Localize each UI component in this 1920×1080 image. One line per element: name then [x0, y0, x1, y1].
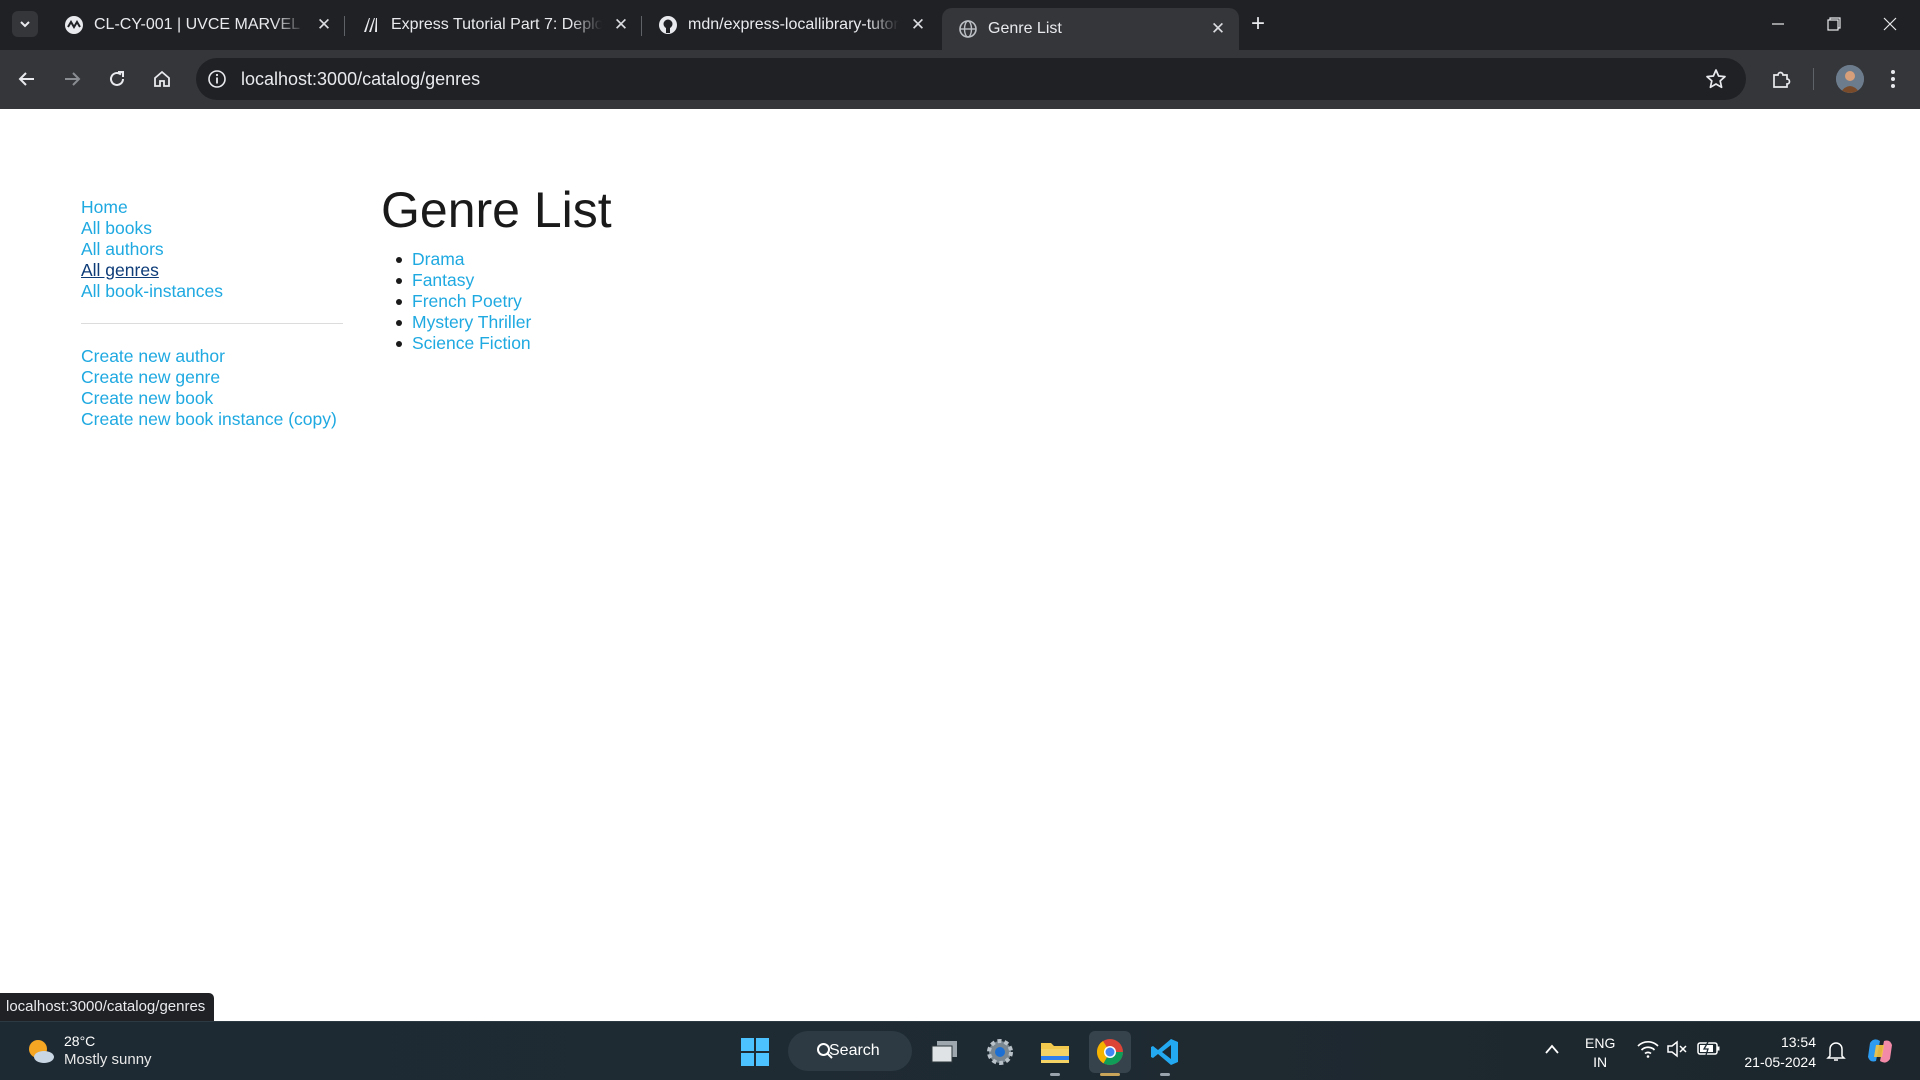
- sidebar-link-create-book[interactable]: Create new book: [81, 388, 343, 409]
- forward-arrow-icon[interactable]: [57, 64, 87, 94]
- tab-title: Express Tutorial Part 7: Deploying to pr…: [391, 16, 602, 33]
- sun-cloud-icon: [24, 1035, 56, 1067]
- tab-search-dropdown-icon[interactable]: [12, 11, 38, 37]
- sidebar-link-all-books[interactable]: All books: [81, 218, 343, 239]
- restore-window-button[interactable]: [1806, 0, 1862, 48]
- genre-link[interactable]: Drama: [412, 249, 612, 270]
- list-item: Science Fiction: [396, 333, 612, 354]
- tab-github-repo[interactable]: mdn/express-locallibrary-tutorial ✕: [642, 8, 939, 42]
- genre-link[interactable]: Science Fiction: [412, 333, 612, 354]
- file-explorer-running-indicator: [1050, 1073, 1060, 1076]
- show-hidden-icons-chevron-icon[interactable]: [1544, 1042, 1560, 1058]
- sidebar-link-all-authors[interactable]: All authors: [81, 239, 343, 260]
- genre-link[interactable]: French Poetry: [412, 291, 612, 312]
- new-tab-button[interactable]: +: [1245, 10, 1271, 37]
- tab-uvce-marvel[interactable]: CL-CY-001 | UVCE MARVEL ✕: [48, 8, 345, 42]
- speaker-muted-icon[interactable]: [1666, 1040, 1688, 1061]
- github-logo-icon: [658, 15, 678, 35]
- weather-widget[interactable]: 28°C Mostly sunny: [24, 1032, 152, 1069]
- close-tab-icon[interactable]: ✕: [313, 14, 335, 36]
- tab-title: CL-CY-001 | UVCE MARVEL: [94, 16, 301, 33]
- tab-genre-list[interactable]: Genre List ✕: [942, 8, 1239, 50]
- battery-charging-icon[interactable]: [1697, 1040, 1721, 1059]
- toolbar-divider: [1813, 68, 1814, 90]
- clock-time: 13:54: [1780, 1034, 1816, 1050]
- web-page: Home All books All authors All genres Al…: [0, 109, 1920, 1021]
- weather-temperature: 28°C: [64, 1033, 96, 1049]
- chrome-active-indicator: [1100, 1073, 1120, 1076]
- globe-icon: [958, 19, 978, 39]
- copilot-icon[interactable]: [1864, 1035, 1896, 1070]
- weather-description: Mostly sunny: [64, 1051, 152, 1068]
- taskbar-search-button[interactable]: Search: [788, 1031, 912, 1071]
- search-label: Search: [829, 1042, 880, 1059]
- notification-bell-icon[interactable]: [1826, 1040, 1846, 1065]
- genre-list: Drama Fantasy French Poetry Mystery Thri…: [396, 249, 612, 354]
- page-title: Genre List: [381, 182, 612, 238]
- sidebar-nav: Home All books All authors All genres Al…: [81, 197, 343, 430]
- region-code: IN: [1593, 1054, 1608, 1070]
- task-view-icon[interactable]: [924, 1031, 966, 1073]
- close-tab-icon[interactable]: ✕: [907, 14, 929, 36]
- back-arrow-icon[interactable]: [12, 64, 42, 94]
- browser-tab-strip: CL-CY-001 | UVCE MARVEL ✕ Express Tutori…: [0, 0, 1920, 50]
- profile-avatar[interactable]: [1836, 65, 1864, 93]
- bookmark-star-icon[interactable]: [1704, 67, 1728, 91]
- sidebar-link-create-genre[interactable]: Create new genre: [81, 367, 343, 388]
- list-item: French Poetry: [396, 291, 612, 312]
- main-content: Genre List Drama Fantasy French Poetry M…: [381, 173, 612, 354]
- language-indicator[interactable]: ENG IN: [1585, 1034, 1615, 1072]
- settings-gear-icon[interactable]: [979, 1031, 1021, 1073]
- sidebar-divider: [81, 323, 343, 324]
- marvel-logo-icon: [64, 15, 84, 35]
- minimize-window-button[interactable]: [1750, 0, 1806, 48]
- address-url[interactable]: localhost:3000/catalog/genres: [241, 69, 480, 90]
- link-status-bubble: localhost:3000/catalog/genres: [0, 993, 215, 1021]
- site-info-icon[interactable]: [206, 68, 228, 90]
- list-item: Mystery Thriller: [396, 312, 612, 333]
- vscode-running-indicator: [1160, 1073, 1170, 1076]
- close-window-button[interactable]: [1862, 0, 1918, 48]
- tab-express-tutorial[interactable]: Express Tutorial Part 7: Deploying to pr…: [345, 8, 642, 42]
- windows-start-icon[interactable]: [734, 1031, 776, 1073]
- wifi-icon[interactable]: [1637, 1040, 1659, 1061]
- sidebar-link-all-book-instances[interactable]: All book-instances: [81, 281, 343, 302]
- list-item: Drama: [396, 249, 612, 270]
- mdn-logo-icon: [361, 15, 381, 35]
- reload-icon[interactable]: [102, 64, 132, 94]
- vscode-icon[interactable]: [1144, 1031, 1186, 1073]
- extensions-puzzle-icon[interactable]: [1766, 64, 1796, 94]
- genre-link[interactable]: Mystery Thriller: [412, 312, 612, 333]
- browser-menu-icon[interactable]: [1878, 64, 1908, 94]
- browser-toolbar: localhost:3000/catalog/genres: [0, 50, 1920, 109]
- system-clock[interactable]: 13:54 21-05-2024: [1744, 1032, 1816, 1072]
- close-tab-icon[interactable]: ✕: [610, 14, 632, 36]
- chrome-icon[interactable]: [1089, 1031, 1131, 1073]
- clock-date: 21-05-2024: [1744, 1054, 1816, 1070]
- sidebar-link-create-author[interactable]: Create new author: [81, 346, 343, 367]
- sidebar-link-home[interactable]: Home: [81, 197, 343, 218]
- sidebar-link-all-genres[interactable]: All genres: [81, 260, 343, 281]
- tab-title: Genre List: [988, 20, 1062, 37]
- search-icon: [817, 1043, 833, 1059]
- home-icon[interactable]: [147, 64, 177, 94]
- windows-taskbar: 28°C Mostly sunny Search ENG IN 13:54 21…: [0, 1021, 1920, 1080]
- file-explorer-icon[interactable]: [1034, 1031, 1076, 1073]
- sidebar-link-create-book-instance[interactable]: Create new book instance (copy): [81, 409, 343, 430]
- close-tab-icon[interactable]: ✕: [1207, 18, 1229, 40]
- address-bar[interactable]: localhost:3000/catalog/genres: [196, 58, 1746, 100]
- genre-link[interactable]: Fantasy: [412, 270, 612, 291]
- list-item: Fantasy: [396, 270, 612, 291]
- tab-title: mdn/express-locallibrary-tutorial: [688, 16, 899, 33]
- language-code: ENG: [1585, 1035, 1616, 1051]
